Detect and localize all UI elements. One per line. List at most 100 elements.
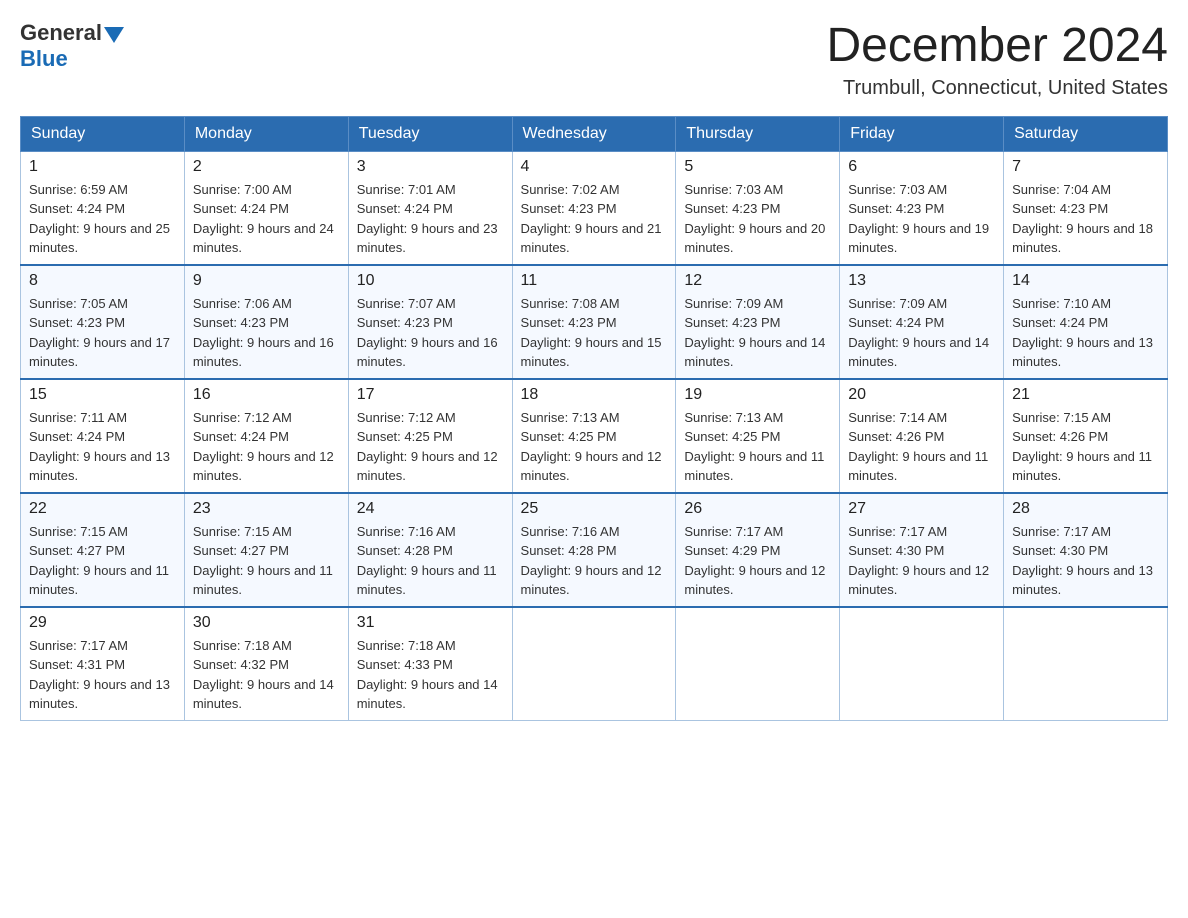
day-info: Sunrise: 7:03 AMSunset: 4:23 PMDaylight:… <box>684 180 831 258</box>
calendar-day-cell: 27 Sunrise: 7:17 AMSunset: 4:30 PMDayligh… <box>840 493 1004 607</box>
day-info: Sunrise: 7:16 AMSunset: 4:28 PMDaylight:… <box>521 522 668 600</box>
day-info: Sunrise: 7:09 AMSunset: 4:23 PMDaylight:… <box>684 294 831 372</box>
calendar-day-cell: 21 Sunrise: 7:15 AMSunset: 4:26 PMDayligh… <box>1004 379 1168 493</box>
day-info: Sunrise: 7:10 AMSunset: 4:24 PMDaylight:… <box>1012 294 1159 372</box>
calendar-day-cell: 30 Sunrise: 7:18 AMSunset: 4:32 PMDayligh… <box>184 607 348 721</box>
day-number: 22 <box>29 500 176 518</box>
day-number: 9 <box>193 272 340 290</box>
day-number: 10 <box>357 272 504 290</box>
day-number: 3 <box>357 158 504 176</box>
calendar-day-cell: 31 Sunrise: 7:18 AMSunset: 4:33 PMDayligh… <box>348 607 512 721</box>
calendar-day-cell: 29Sunrise: 7:17 AMSunset: 4:31 PMDayligh… <box>21 607 185 721</box>
day-info: Sunrise: 7:11 AMSunset: 4:24 PMDaylight:… <box>29 408 176 486</box>
day-info: Sunrise: 7:03 AMSunset: 4:23 PMDaylight:… <box>848 180 995 258</box>
calendar-week-row: 22 Sunrise: 7:15 AMSunset: 4:27 PMDayligh… <box>21 493 1168 607</box>
day-info: Sunrise: 7:08 AMSunset: 4:23 PMDaylight:… <box>521 294 668 372</box>
day-number: 25 <box>521 500 668 518</box>
calendar-day-cell: 19 Sunrise: 7:13 AMSunset: 4:25 PMDayligh… <box>676 379 840 493</box>
day-number: 21 <box>1012 386 1159 404</box>
day-info: Sunrise: 7:06 AMSunset: 4:23 PMDaylight:… <box>193 294 340 372</box>
day-info: Sunrise: 7:12 AMSunset: 4:24 PMDaylight:… <box>193 408 340 486</box>
day-info: Sunrise: 7:18 AMSunset: 4:32 PMDaylight:… <box>193 636 340 714</box>
day-info: Sunrise: 7:15 AMSunset: 4:27 PMDaylight:… <box>29 522 176 600</box>
day-number: 31 <box>357 614 504 632</box>
day-info: Sunrise: 7:13 AMSunset: 4:25 PMDaylight:… <box>521 408 668 486</box>
calendar-day-cell: 28Sunrise: 7:17 AMSunset: 4:30 PMDayligh… <box>1004 493 1168 607</box>
calendar-day-cell <box>1004 607 1168 721</box>
day-number: 29 <box>29 614 176 632</box>
day-info: Sunrise: 7:07 AMSunset: 4:23 PMDaylight:… <box>357 294 504 372</box>
calendar-day-cell: 5 Sunrise: 7:03 AMSunset: 4:23 PMDaylight… <box>676 151 840 265</box>
header-friday: Friday <box>840 116 1004 151</box>
day-info: Sunrise: 7:18 AMSunset: 4:33 PMDaylight:… <box>357 636 504 714</box>
calendar-day-cell: 4 Sunrise: 7:02 AMSunset: 4:23 PMDaylight… <box>512 151 676 265</box>
calendar-day-cell: 18Sunrise: 7:13 AMSunset: 4:25 PMDayligh… <box>512 379 676 493</box>
day-number: 17 <box>357 386 504 404</box>
header-wednesday: Wednesday <box>512 116 676 151</box>
day-number: 2 <box>193 158 340 176</box>
calendar-day-cell: 2 Sunrise: 7:00 AMSunset: 4:24 PMDaylight… <box>184 151 348 265</box>
header-saturday: Saturday <box>1004 116 1168 151</box>
day-info: Sunrise: 7:17 AMSunset: 4:30 PMDaylight:… <box>1012 522 1159 600</box>
calendar-day-cell: 13Sunrise: 7:09 AMSunset: 4:24 PMDayligh… <box>840 265 1004 379</box>
day-info: Sunrise: 7:15 AMSunset: 4:27 PMDaylight:… <box>193 522 340 600</box>
day-info: Sunrise: 7:02 AMSunset: 4:23 PMDaylight:… <box>521 180 668 258</box>
calendar-day-cell: 1Sunrise: 6:59 AMSunset: 4:24 PMDaylight… <box>21 151 185 265</box>
calendar-day-cell: 7Sunrise: 7:04 AMSunset: 4:23 PMDaylight… <box>1004 151 1168 265</box>
calendar-day-cell: 3 Sunrise: 7:01 AMSunset: 4:24 PMDaylight… <box>348 151 512 265</box>
header-tuesday: Tuesday <box>348 116 512 151</box>
day-number: 26 <box>684 500 831 518</box>
day-info: Sunrise: 7:00 AMSunset: 4:24 PMDaylight:… <box>193 180 340 258</box>
calendar-day-cell: 8Sunrise: 7:05 AMSunset: 4:23 PMDaylight… <box>21 265 185 379</box>
calendar-day-cell: 16 Sunrise: 7:12 AMSunset: 4:24 PMDayligh… <box>184 379 348 493</box>
day-info: Sunrise: 7:14 AMSunset: 4:26 PMDaylight:… <box>848 408 995 486</box>
day-number: 19 <box>684 386 831 404</box>
day-number: 12 <box>684 272 831 290</box>
day-info: Sunrise: 7:16 AMSunset: 4:28 PMDaylight:… <box>357 522 504 600</box>
calendar-day-cell: 20 Sunrise: 7:14 AMSunset: 4:26 PMDayligh… <box>840 379 1004 493</box>
calendar-week-row: 15 Sunrise: 7:11 AMSunset: 4:24 PMDayligh… <box>21 379 1168 493</box>
day-info: Sunrise: 7:17 AMSunset: 4:29 PMDaylight:… <box>684 522 831 600</box>
header-monday: Monday <box>184 116 348 151</box>
day-number: 20 <box>848 386 995 404</box>
calendar-week-row: 8Sunrise: 7:05 AMSunset: 4:23 PMDaylight… <box>21 265 1168 379</box>
day-number: 27 <box>848 500 995 518</box>
day-number: 24 <box>357 500 504 518</box>
day-info: Sunrise: 7:17 AMSunset: 4:30 PMDaylight:… <box>848 522 995 600</box>
calendar-day-cell: 22 Sunrise: 7:15 AMSunset: 4:27 PMDayligh… <box>21 493 185 607</box>
day-number: 16 <box>193 386 340 404</box>
calendar-day-cell: 17Sunrise: 7:12 AMSunset: 4:25 PMDayligh… <box>348 379 512 493</box>
title-section: December 2024 Trumbull, Connecticut, Uni… <box>826 20 1168 100</box>
day-info: Sunrise: 7:09 AMSunset: 4:24 PMDaylight:… <box>848 294 995 372</box>
day-number: 23 <box>193 500 340 518</box>
calendar-day-cell: 26 Sunrise: 7:17 AMSunset: 4:29 PMDayligh… <box>676 493 840 607</box>
calendar-day-cell: 9 Sunrise: 7:06 AMSunset: 4:23 PMDaylight… <box>184 265 348 379</box>
month-title: December 2024 <box>826 20 1168 73</box>
calendar-day-cell: 24 Sunrise: 7:16 AMSunset: 4:28 PMDayligh… <box>348 493 512 607</box>
logo-general-text: General <box>20 20 102 46</box>
day-number: 8 <box>29 272 176 290</box>
calendar-day-cell: 12 Sunrise: 7:09 AMSunset: 4:23 PMDayligh… <box>676 265 840 379</box>
day-number: 15 <box>29 386 176 404</box>
calendar-week-row: 1Sunrise: 6:59 AMSunset: 4:24 PMDaylight… <box>21 151 1168 265</box>
location-text: Trumbull, Connecticut, United States <box>826 77 1168 100</box>
calendar-day-cell: 10 Sunrise: 7:07 AMSunset: 4:23 PMDayligh… <box>348 265 512 379</box>
calendar-day-cell <box>676 607 840 721</box>
day-number: 14 <box>1012 272 1159 290</box>
calendar-day-cell <box>512 607 676 721</box>
day-number: 7 <box>1012 158 1159 176</box>
weekday-header-row: Sunday Monday Tuesday Wednesday Thursday… <box>21 116 1168 151</box>
day-number: 5 <box>684 158 831 176</box>
calendar-day-cell: 25 Sunrise: 7:16 AMSunset: 4:28 PMDayligh… <box>512 493 676 607</box>
calendar-day-cell: 6Sunrise: 7:03 AMSunset: 4:23 PMDaylight… <box>840 151 1004 265</box>
day-info: Sunrise: 7:13 AMSunset: 4:25 PMDaylight:… <box>684 408 831 486</box>
day-info: Sunrise: 7:01 AMSunset: 4:24 PMDaylight:… <box>357 180 504 258</box>
day-info: Sunrise: 7:15 AMSunset: 4:26 PMDaylight:… <box>1012 408 1159 486</box>
page-header: General Blue December 2024 Trumbull, Con… <box>20 20 1168 100</box>
day-info: Sunrise: 6:59 AMSunset: 4:24 PMDaylight:… <box>29 180 176 258</box>
calendar-day-cell: 11Sunrise: 7:08 AMSunset: 4:23 PMDayligh… <box>512 265 676 379</box>
day-number: 30 <box>193 614 340 632</box>
calendar-day-cell <box>840 607 1004 721</box>
logo-triangle-icon <box>104 27 124 43</box>
day-number: 4 <box>521 158 668 176</box>
